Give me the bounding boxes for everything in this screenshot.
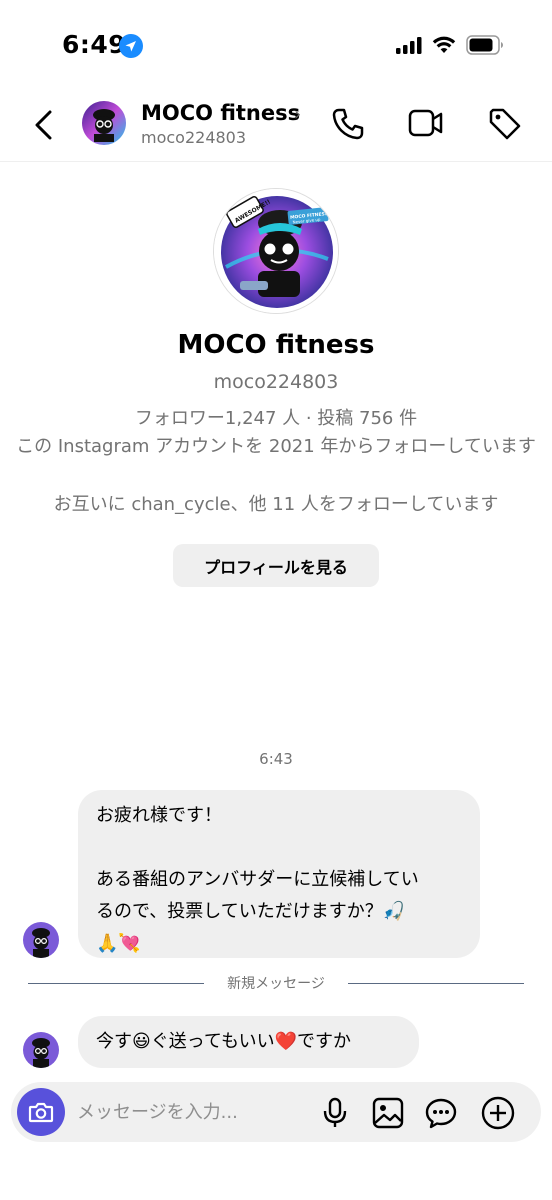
sender-avatar[interactable]: [23, 922, 59, 958]
message-bubble[interactable]: 今す😃ぐ送ってもいい❤️ですか: [78, 1016, 419, 1068]
profile-follow-since: この Instagram アカウントを 2021 年からフォローしています: [16, 436, 536, 457]
profile-name: MOCO fitness: [177, 330, 375, 360]
message-line: 🙏💘: [96, 933, 141, 954]
battery-icon: [466, 35, 503, 55]
header-avatar[interactable]: [82, 101, 126, 145]
gallery-icon[interactable]: [372, 1097, 404, 1129]
chat-header: MOCO fitness › moco224803: [0, 90, 552, 162]
status-bar: 6:49: [0, 0, 552, 90]
wifi-icon: [432, 36, 456, 53]
tag-icon[interactable]: [487, 106, 523, 142]
signal-icon: [396, 37, 422, 54]
message-bubble[interactable]: お疲れ様です！ ある番組のアンバサダーに立候補してい るので、投票していただけま…: [78, 790, 480, 958]
avatar-illustration-icon: [82, 101, 126, 145]
message-input[interactable]: [77, 1096, 307, 1128]
view-profile-button[interactable]: プロフィールを見る: [173, 544, 379, 587]
header-name[interactable]: MOCO fitness: [141, 101, 300, 125]
message-line: 今す😃ぐ送ってもいい❤️ですか: [96, 1031, 352, 1052]
video-icon[interactable]: [408, 107, 444, 139]
divider: [28, 983, 204, 984]
message-line: お疲れ様です！: [96, 805, 222, 826]
avatar-illustration-icon: [23, 1032, 59, 1068]
avatar-illustration-icon: AWESOME!! MOCO FITNESS Never give up: [214, 189, 338, 313]
plus-icon[interactable]: [481, 1096, 515, 1130]
message-composer: [11, 1082, 541, 1142]
chevron-right-icon[interactable]: ›: [294, 104, 301, 125]
status-time: 6:49: [62, 30, 127, 59]
sticker-icon[interactable]: [425, 1097, 457, 1129]
message-line: ある番組のアンバサダーに立候補してい: [96, 869, 419, 890]
profile-stats: フォロワー1,247 人 · 投稿 756 件: [134, 408, 418, 429]
header-handle: moco224803: [141, 128, 247, 147]
profile-avatar[interactable]: AWESOME!! MOCO FITNESS Never give up: [213, 188, 339, 314]
profile-mutual-followers: お互いに chan_cycle、他 11 人をフォローしています: [53, 494, 499, 515]
message-line: るので、投票していただけますか？🎣: [96, 901, 406, 922]
message-timestamp: 6:43: [259, 750, 293, 768]
profile-handle: moco224803: [213, 371, 339, 393]
call-icon[interactable]: [330, 106, 366, 142]
new-messages-label: 新規メッセージ: [227, 976, 325, 992]
location-arrow-icon: [119, 34, 143, 58]
mic-icon[interactable]: [321, 1097, 349, 1129]
back-icon[interactable]: [30, 108, 56, 142]
avatar-illustration-icon: [23, 922, 59, 958]
camera-button[interactable]: [17, 1088, 65, 1136]
sender-avatar[interactable]: [23, 1032, 59, 1068]
divider: [348, 983, 524, 984]
camera-icon: [28, 1102, 54, 1123]
